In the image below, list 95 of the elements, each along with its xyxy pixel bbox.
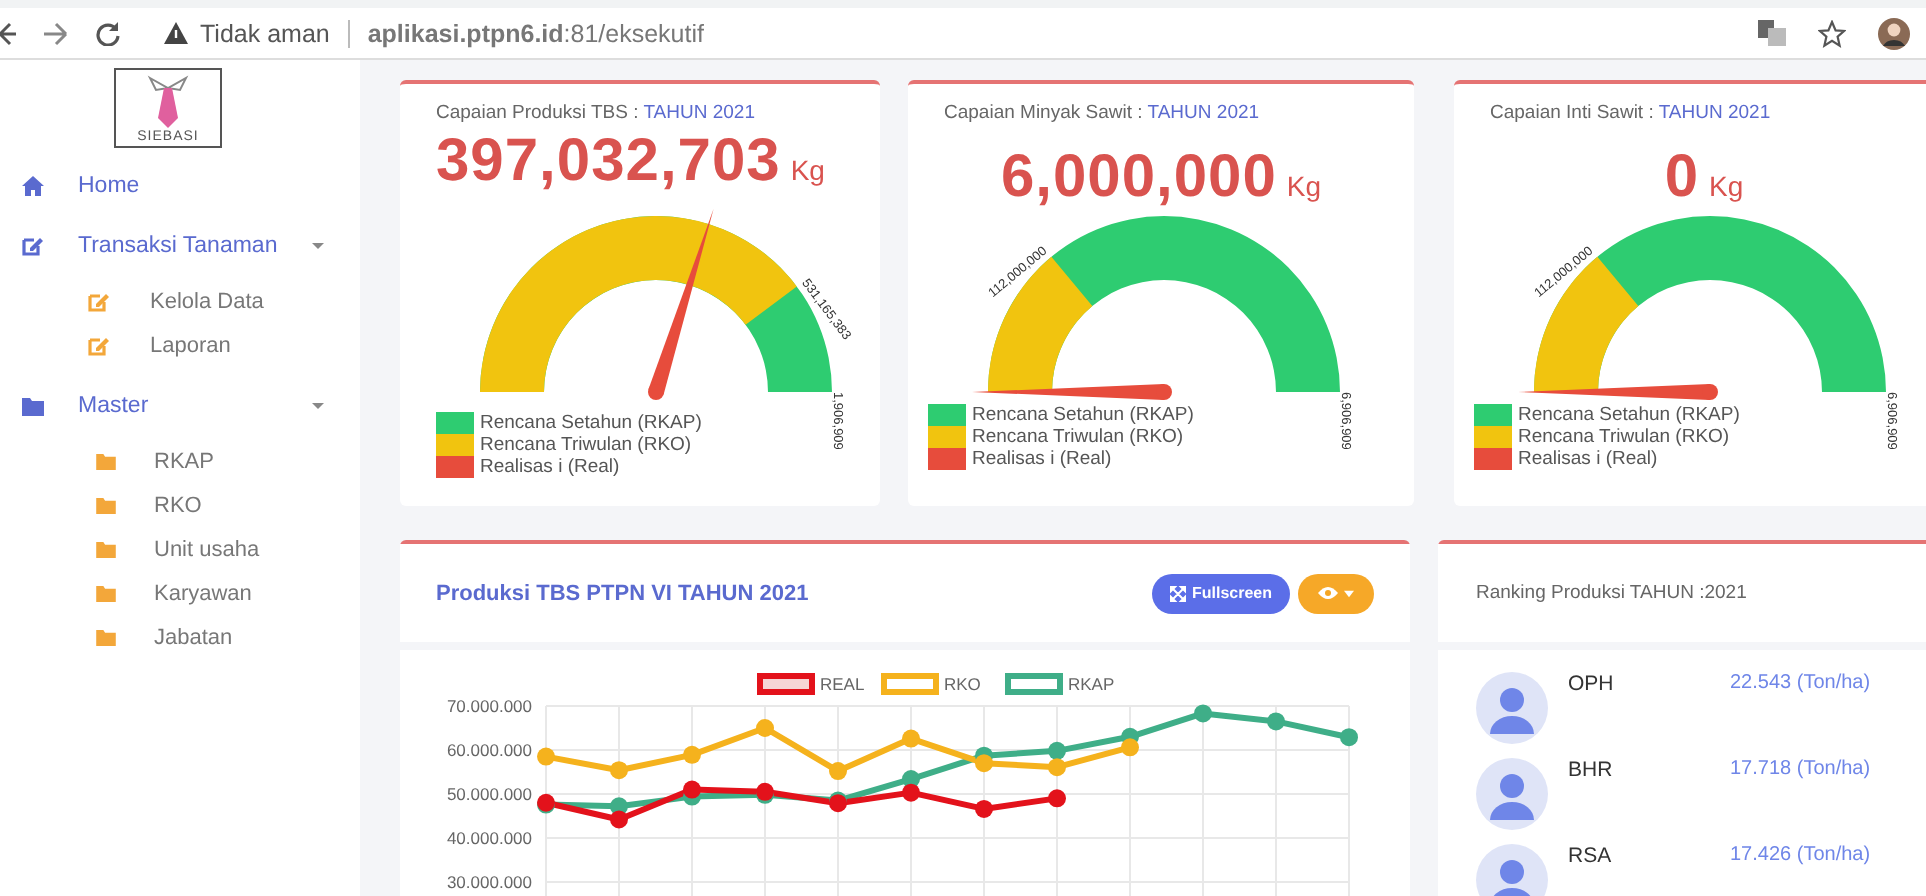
folder-icon	[96, 454, 116, 470]
axis-tick-label: 40.000.000	[446, 827, 532, 848]
translate-icon[interactable]	[1758, 20, 1786, 46]
value-text: 397,032,703	[436, 128, 781, 196]
forward-icon[interactable]	[44, 21, 68, 45]
data-point	[1048, 758, 1066, 777]
data-point	[902, 783, 920, 802]
nav-subitem[interactable]: Kelola Data	[0, 280, 360, 324]
unit-text: Kg	[1709, 170, 1744, 202]
star-icon[interactable]	[1818, 19, 1846, 47]
nav-item[interactable]: Transaksi Tanaman	[0, 224, 360, 268]
data-point	[1048, 789, 1066, 808]
axis-tick-label: 60.000.000	[446, 740, 532, 760]
tie-icon	[146, 74, 190, 130]
folder-icon	[96, 542, 116, 558]
expand-icon	[1169, 585, 1186, 601]
nav-subitem[interactable]: Unit usaha	[0, 528, 360, 572]
legend-item: REAL	[757, 673, 865, 695]
warning-icon	[164, 22, 188, 44]
edit-icon	[88, 292, 110, 312]
reload-icon[interactable]	[96, 21, 120, 45]
data-point	[610, 761, 628, 780]
edit-icon	[22, 236, 44, 256]
data-point	[975, 754, 993, 773]
profile-avatar-icon[interactable]	[1878, 17, 1910, 49]
home-icon	[22, 176, 44, 196]
axis-tick-label: 30.000.000	[446, 871, 532, 892]
ranking-title: Ranking Produksi TAHUN :2021	[1476, 582, 1747, 604]
avatar-icon	[1476, 844, 1548, 896]
data-point	[902, 729, 920, 748]
year-label: TAHUN 2021	[643, 102, 755, 124]
data-point	[1267, 712, 1285, 731]
legend-label: REAL	[820, 674, 865, 694]
legend-item: RKO	[881, 673, 981, 695]
data-point	[537, 747, 555, 766]
legend-label: Rencana Setahun (RKAP)	[1518, 404, 1740, 426]
axis-tick-label: 70.000.000	[446, 696, 532, 716]
axis-tick-label: 50.000.000	[446, 783, 532, 804]
yield-value: 22.543 (Ton/ha)	[1730, 672, 1871, 694]
back-icon[interactable]	[0, 21, 16, 45]
legend-label: Rencana Setahun (RKAP)	[480, 412, 702, 434]
folder-icon	[96, 586, 116, 602]
card-title: Capaian Inti Sawit :	[1490, 102, 1654, 124]
unit-name: RSA	[1568, 844, 1614, 868]
unit-text: Kg	[1286, 170, 1322, 202]
legend-label: Rencana Setahun (RKAP)	[972, 404, 1194, 426]
legend-label: Rencana Triwulan (RKO)	[480, 434, 692, 456]
legend-label: Realisas i (Real)	[972, 448, 1112, 470]
yield-value: 17.426 (Ton/ha)	[1730, 844, 1871, 866]
data-point	[1340, 728, 1358, 747]
yield-value: 17.718 (Ton/ha)	[1730, 758, 1871, 780]
value-text: 0	[1664, 144, 1700, 212]
nav-item[interactable]: Master	[0, 384, 360, 428]
legend-label: Rencana Triwulan (RKO)	[972, 426, 1184, 448]
avatar-icon	[1476, 758, 1548, 830]
legend-item: RKAP	[1005, 673, 1115, 695]
url-text[interactable]: aplikasi.ptpn6.id:81/eksekutif	[367, 19, 704, 47]
value-text: 6,000,000	[1000, 144, 1277, 212]
unit-text: Kg	[790, 154, 825, 186]
nav-subitem[interactable]: Karyawan	[0, 572, 360, 616]
folder-icon	[22, 397, 44, 415]
folder-icon	[96, 630, 116, 646]
year-label: TAHUN 2021	[1658, 102, 1771, 124]
year-label: TAHUN 2021	[1147, 102, 1260, 124]
fullscreen-button[interactable]: Fullscreen	[1151, 573, 1290, 613]
data-point	[683, 780, 701, 799]
card-title: Capaian Minyak Sawit :	[944, 102, 1143, 124]
legend-label: Realisas i (Real)	[480, 456, 620, 478]
legend-label: RKAP	[1068, 674, 1115, 694]
data-point	[756, 719, 774, 737]
chart-title: Produksi TBS PTPN VI TAHUN 2021	[436, 581, 809, 605]
data-point	[1121, 738, 1139, 757]
data-point	[610, 810, 628, 829]
data-point	[829, 762, 847, 781]
legend-label: RKO	[944, 674, 982, 694]
data-point	[1194, 704, 1212, 723]
data-point	[683, 745, 701, 764]
nav-subitem[interactable]: Jabatan	[0, 616, 360, 660]
avatar-icon	[1476, 672, 1548, 744]
eye-icon	[1318, 586, 1338, 600]
nav-subitem[interactable]: RKO	[0, 484, 360, 528]
edit-icon	[88, 336, 110, 356]
legend-label: Rencana Triwulan (RKO)	[1518, 426, 1730, 448]
folder-icon	[96, 498, 116, 514]
caret-icon	[1344, 589, 1354, 597]
nav-subitem[interactable]: Laporan	[0, 324, 360, 368]
nav-item[interactable]: Home	[0, 164, 360, 208]
unit-name: BHR	[1568, 758, 1615, 782]
card-title: Capaian Produksi TBS :	[436, 102, 639, 124]
nav-subitem[interactable]: RKAP	[0, 440, 360, 484]
unit-name: OPH	[1568, 672, 1616, 696]
security-label: Tidak aman	[200, 19, 330, 47]
data-point	[1048, 741, 1066, 760]
legend-label: Realisas i (Real)	[1518, 448, 1658, 470]
data-point	[975, 799, 993, 818]
